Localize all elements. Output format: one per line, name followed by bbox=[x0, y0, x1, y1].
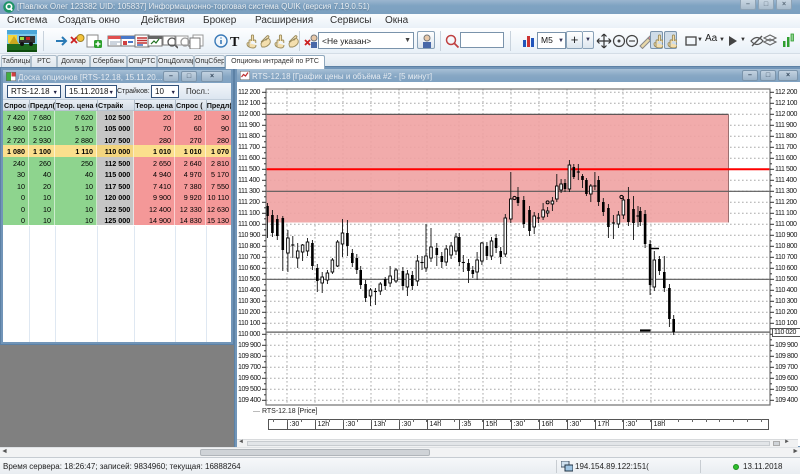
svg-text:T: T bbox=[230, 35, 240, 49]
